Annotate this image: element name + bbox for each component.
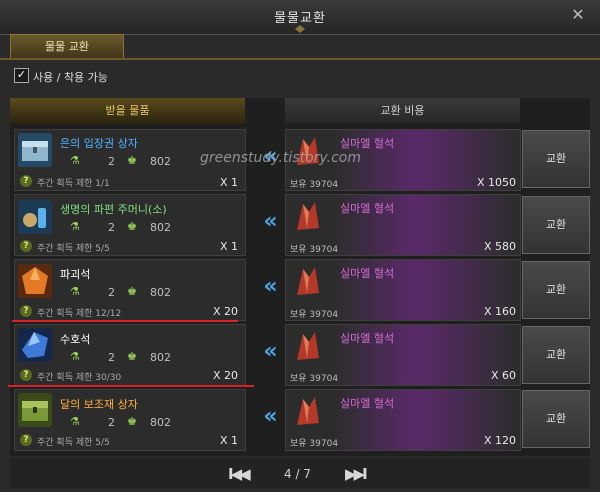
owned-amount: 보유 39704 bbox=[290, 310, 339, 320]
red-underline bbox=[12, 320, 238, 322]
gear-score: 802 bbox=[150, 286, 171, 299]
usable-filter-checkbox[interactable]: ✓ bbox=[14, 68, 29, 83]
window-title: 물물교환 bbox=[274, 11, 326, 26]
watermark: greenstudy.tistory.com bbox=[200, 150, 361, 166]
gear-score: 802 bbox=[150, 155, 171, 168]
item-name: 생명의 파편 주머니(소) bbox=[60, 203, 167, 216]
exchange-arrow-icon: « bbox=[263, 339, 277, 364]
crystal-icon bbox=[297, 332, 319, 360]
cost-quantity: X 1050 bbox=[476, 176, 516, 189]
exchange-button[interactable]: 교환 bbox=[522, 196, 590, 254]
gear-score-icon: ♚ bbox=[127, 154, 137, 167]
help-icon[interactable]: ? bbox=[20, 434, 32, 446]
first-page-button[interactable]: I◀◀ bbox=[228, 465, 251, 483]
cost-quantity: X 60 bbox=[490, 369, 516, 382]
item-level: 2 bbox=[108, 416, 115, 429]
crystal-icon bbox=[297, 267, 319, 295]
item-level: 2 bbox=[108, 351, 115, 364]
level-icon: ⚗ bbox=[70, 285, 80, 298]
exchange-arrow-icon: « bbox=[263, 274, 277, 299]
tab-barter[interactable]: 물물 교환 bbox=[10, 34, 124, 60]
owned-amount: 보유 39704 bbox=[290, 439, 339, 449]
page-indicator: 4 / 7 bbox=[284, 467, 311, 481]
cost-quantity: X 120 bbox=[483, 434, 516, 447]
help-icon[interactable]: ? bbox=[20, 175, 32, 187]
item-level: 2 bbox=[108, 286, 115, 299]
gear-score-icon: ♚ bbox=[127, 415, 137, 428]
material-name: 실마엘 혈석 bbox=[340, 397, 395, 410]
weekly-limit: 주간 획득 제한 30/30 bbox=[37, 373, 122, 383]
weekly-limit: 주간 획득 제한 1/1 bbox=[37, 179, 110, 189]
level-icon: ⚗ bbox=[70, 415, 80, 428]
weekly-limit: 주간 획득 제한 12/12 bbox=[37, 309, 122, 319]
material-name: 실마엘 혈석 bbox=[340, 137, 395, 150]
level-icon: ⚗ bbox=[70, 220, 80, 233]
reward-quantity: X 20 bbox=[212, 369, 238, 382]
exchange-button[interactable]: 교환 bbox=[522, 130, 590, 188]
reward-quantity: X 1 bbox=[219, 240, 238, 253]
cost-quantity: X 160 bbox=[483, 305, 516, 318]
last-page-button[interactable]: ▶▶I bbox=[345, 465, 368, 483]
item-name: 파괴석 bbox=[60, 268, 91, 281]
crystal-icon bbox=[297, 202, 319, 230]
reward-quantity: X 1 bbox=[219, 434, 238, 447]
item-name: 수호석 bbox=[60, 333, 91, 346]
gear-score: 802 bbox=[150, 416, 171, 429]
item-name: 달의 보조재 상자 bbox=[60, 398, 138, 411]
exchange-button[interactable]: 교환 bbox=[522, 261, 590, 319]
receive-header: 받을 물품 bbox=[10, 98, 245, 124]
material-name: 실마엘 혈석 bbox=[340, 202, 395, 215]
gear-score-icon: ♚ bbox=[127, 285, 137, 298]
usable-filter-label: 사용 / 착용 가능 bbox=[33, 71, 108, 84]
item-level: 2 bbox=[108, 221, 115, 234]
material-name: 실마엘 혈석 bbox=[340, 267, 395, 280]
cost-quantity: X 580 bbox=[483, 240, 516, 253]
crystal-icon bbox=[297, 397, 319, 425]
gear-score: 802 bbox=[150, 351, 171, 364]
weekly-limit: 주간 획득 제한 5/5 bbox=[37, 438, 110, 448]
cost-header: 교환 비용 bbox=[285, 98, 520, 124]
reward-quantity: X 20 bbox=[212, 305, 238, 318]
level-icon: ⚗ bbox=[70, 154, 80, 167]
life-shard-pouch-icon bbox=[18, 200, 52, 234]
reward-quantity: X 1 bbox=[219, 176, 238, 189]
silver-chest-icon bbox=[18, 133, 52, 167]
tab-divider bbox=[0, 58, 600, 60]
close-icon[interactable]: ✕ bbox=[570, 7, 586, 23]
exchange-arrow-icon: « bbox=[263, 404, 277, 429]
help-icon[interactable]: ? bbox=[20, 240, 32, 252]
destruction-stone-icon bbox=[18, 264, 52, 298]
gear-score: 802 bbox=[150, 221, 171, 234]
level-icon: ⚗ bbox=[70, 350, 80, 363]
item-name: 은의 입장권 상자 bbox=[60, 137, 138, 150]
moon-chest-icon bbox=[18, 393, 52, 427]
exchange-arrow-icon: « bbox=[263, 209, 277, 234]
material-name: 실마엘 혈석 bbox=[340, 332, 395, 345]
title-ornament-icon bbox=[285, 25, 315, 33]
guardian-stone-icon bbox=[18, 328, 52, 362]
gear-score-icon: ♚ bbox=[127, 220, 137, 233]
exchange-button[interactable]: 교환 bbox=[522, 390, 590, 448]
red-underline bbox=[8, 385, 254, 387]
help-icon[interactable]: ? bbox=[20, 305, 32, 317]
help-icon[interactable]: ? bbox=[20, 369, 32, 381]
item-level: 2 bbox=[108, 155, 115, 168]
owned-amount: 보유 39704 bbox=[290, 245, 339, 255]
owned-amount: 보유 39704 bbox=[290, 180, 339, 190]
gear-score-icon: ♚ bbox=[127, 350, 137, 363]
owned-amount: 보유 39704 bbox=[290, 374, 339, 384]
weekly-limit: 주간 획득 제한 5/5 bbox=[37, 244, 110, 254]
exchange-button[interactable]: 교환 bbox=[522, 326, 590, 384]
